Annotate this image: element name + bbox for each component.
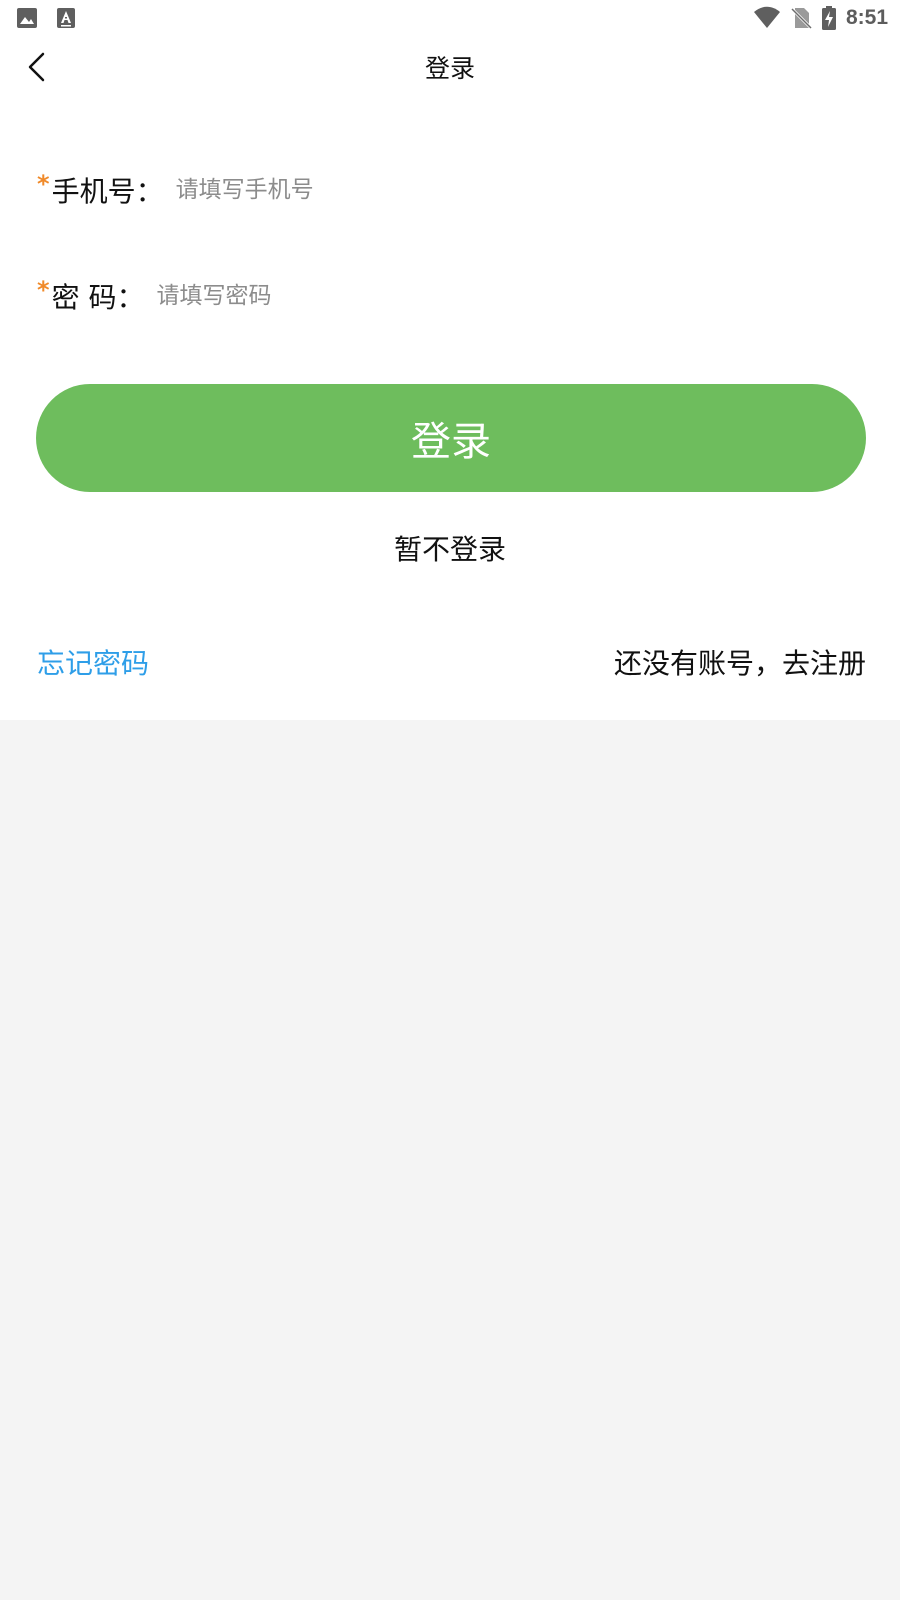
wifi-icon	[753, 6, 781, 30]
no-sim-icon	[790, 6, 812, 30]
password-input[interactable]	[156, 274, 717, 318]
page-header: 登录	[0, 40, 900, 98]
status-time: 8:51	[845, 6, 888, 29]
phone-required-mark: *	[37, 169, 50, 198]
phone-label: 手机号：	[51, 175, 164, 208]
status-left-icons	[16, 7, 76, 29]
login-button[interactable]: 登录	[36, 384, 866, 492]
phone-input[interactable]	[175, 168, 736, 212]
image-icon	[16, 7, 38, 29]
skip-login-link[interactable]: 暂不登录	[0, 528, 900, 572]
status-right-icons: 8:51	[753, 6, 888, 30]
register-link[interactable]: 还没有账号，去注册	[614, 642, 866, 686]
login-page: 8:51 登录 * 手机号： * 密 码： 登录 暂不登录	[0, 0, 900, 1600]
page-title: 登录	[424, 54, 475, 83]
text-font-icon	[56, 7, 76, 29]
password-field-row: * 密 码：	[37, 270, 863, 322]
password-required-mark: *	[37, 275, 50, 304]
battery-charging-icon	[821, 6, 837, 30]
forgot-password-link[interactable]: 忘记密码	[37, 642, 149, 686]
phone-field-row: * 手机号：	[37, 164, 863, 216]
status-bar: 8:51	[0, 0, 900, 36]
login-content-panel: 8:51 登录 * 手机号： * 密 码： 登录 暂不登录	[0, 0, 900, 720]
password-label: 密 码：	[51, 281, 145, 314]
